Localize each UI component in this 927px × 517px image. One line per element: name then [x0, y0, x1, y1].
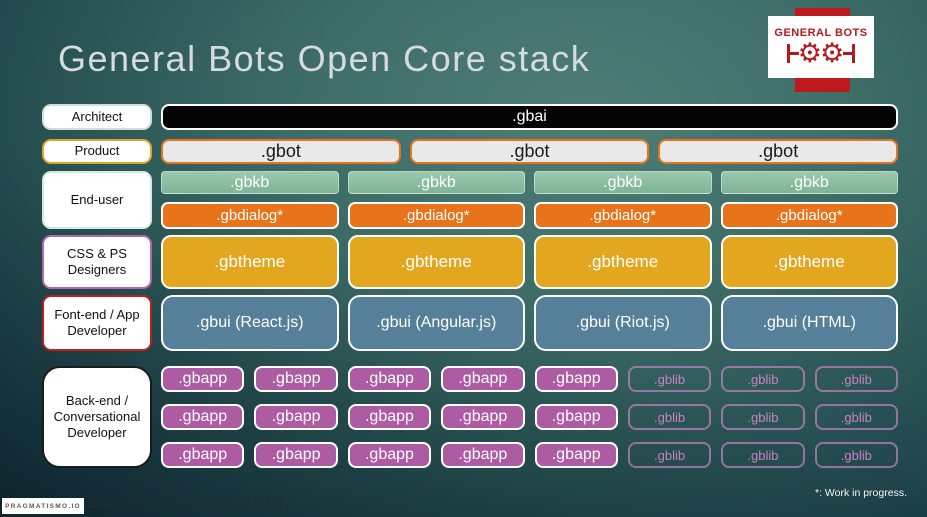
gbtheme-box: .gbtheme	[347, 235, 525, 289]
gblib-box: .gblib	[814, 366, 898, 392]
gbapp-box: .gbapp	[347, 442, 432, 468]
row-architect: Architect .gbai	[42, 104, 898, 130]
gbui-box: .gbui (React.js)	[161, 295, 339, 351]
gbkb-box: .gbkb	[720, 171, 898, 194]
gbui-box: .gbui (HTML)	[720, 295, 898, 351]
gbdialog-box: .gbdialog*	[347, 202, 525, 229]
gblib-box: .gblib	[721, 404, 805, 430]
gbot-box: .gbot	[658, 139, 899, 164]
gbapp-box: .gbapp	[161, 404, 245, 430]
gbapp-box: .gbapp	[441, 404, 525, 430]
work-in-progress-note: *: Work in progress.	[814, 487, 907, 499]
row-frontend-developer: Font-end / App Developer .gbui (React.js)…	[42, 295, 898, 351]
gbapp-box: .gbapp	[534, 442, 618, 468]
gbapp-box: .gbapp	[347, 366, 432, 392]
footer-caption: 2018Q4 - Corporate	[88, 491, 284, 513]
row-content-product: .gbot .gbot .gbot	[161, 139, 899, 164]
gblib-box: .gblib	[814, 404, 898, 430]
row-content-frontend-developer: .gbui (React.js) .gbui (Angular.js) .gbui …	[161, 295, 898, 351]
gbapp-box: .gbapp	[347, 404, 432, 430]
row-label-product: Product	[42, 139, 152, 164]
gbapp-box: .gbapp	[534, 404, 618, 430]
subrow-product-1: .gbot .gbot .gbot	[161, 139, 899, 164]
gbkb-box: .gbkb	[534, 171, 712, 194]
gbapp-box: .gbapp	[441, 442, 525, 468]
row-content-end-user: .gbkb .gbkb .gbkb .gbkb .gbdialog* .gbdialog*…	[161, 171, 898, 229]
gbapp-box: .gbapp	[534, 366, 618, 392]
row-content-architect: .gbai	[161, 104, 898, 130]
gbot-box: .gbot	[161, 139, 401, 164]
row-backend-developer: Back-end / Conversational Developer .gbap…	[42, 366, 898, 468]
row-content-css-ps-designers: .gbtheme .gbtheme .gbtheme .gbtheme	[161, 235, 898, 289]
gbui-box: .gbui (Angular.js)	[347, 295, 525, 351]
gbapp-box: .gbapp	[254, 404, 338, 430]
subrow-architect-1: .gbai	[161, 104, 898, 130]
gblib-box: .gblib	[721, 366, 805, 392]
gbapp-box: .gbapp	[254, 366, 338, 392]
row-label-css-ps-designers: CSS & PS Designers	[42, 235, 152, 289]
gbai-box: .gbai	[161, 104, 898, 130]
row-end-user: End-user .gbkb .gbkb .gbkb .gbkb .gbdialog* .g…	[42, 171, 898, 229]
general-bots-logo: GENERAL BOTS ⚙ ⚙	[768, 16, 874, 78]
gbdialog-box: .gbdialog*	[720, 202, 898, 229]
subrow-end-user-1: .gbkb .gbkb .gbkb .gbkb	[161, 171, 898, 194]
stack: Architect .gbai Product .gbot .gbot .gbot End-…	[42, 104, 899, 468]
gblib-box: .gblib	[721, 442, 805, 468]
axle-icon	[786, 44, 799, 63]
gbkb-box: .gbkb	[347, 171, 525, 194]
gblib-box: .gblib	[814, 442, 898, 468]
row-label-backend-developer: Back-end / Conversational Developer	[42, 366, 152, 468]
gear-icon: ⚙	[820, 38, 845, 69]
subrow-backend-developer-2: .gbapp .gbapp .gbapp .gbapp .gbapp .gblib .gbl…	[161, 404, 898, 430]
gblib-box: .gblib	[627, 366, 712, 392]
subrow-backend-developer-1: .gbapp .gbapp .gbapp .gbapp .gbapp .gblib .gbl…	[161, 366, 898, 392]
gbtheme-box: .gbtheme	[720, 235, 898, 289]
gbdialog-box: .gbdialog*	[161, 202, 339, 229]
gbapp-box: .gbapp	[441, 366, 525, 392]
row-content-backend-developer: .gbapp .gbapp .gbapp .gbapp .gbapp .gblib .gbl…	[161, 366, 898, 468]
subrow-end-user-2: .gbdialog* .gbdialog* .gbdialog* .gbdialog*	[161, 202, 898, 229]
row-product: Product .gbot .gbot .gbot	[42, 139, 899, 164]
logo-gears: ⚙ ⚙	[786, 38, 856, 69]
pragmatismo-logo: PRAGMATISMO.IO	[2, 498, 84, 514]
row-css-ps-designers: CSS & PS Designers .gbtheme .gbtheme .gbthe…	[42, 235, 898, 289]
gbtheme-box: .gbtheme	[534, 235, 712, 289]
gbtheme-box: .gbtheme	[161, 235, 339, 289]
slide-background: General Bots Open Core stack GENERAL BOT…	[0, 0, 927, 517]
subrow-backend-developer-3: .gbapp .gbapp .gbapp .gbapp .gbapp .gblib .gbl…	[161, 442, 898, 468]
gbapp-box: .gbapp	[161, 442, 245, 468]
gblib-box: .gblib	[627, 404, 712, 430]
axle-icon	[843, 44, 856, 63]
gbkb-box: .gbkb	[161, 171, 339, 194]
gblib-box: .gblib	[627, 442, 712, 468]
row-label-frontend-developer: Font-end / App Developer	[42, 295, 152, 351]
gbapp-box: .gbapp	[161, 366, 245, 392]
row-label-end-user: End-user	[42, 171, 152, 229]
gbapp-box: .gbapp	[254, 442, 338, 468]
subrow-css-ps-designers-1: .gbtheme .gbtheme .gbtheme .gbtheme	[161, 235, 898, 289]
slide-title: General Bots Open Core stack	[58, 38, 591, 79]
gbdialog-box: .gbdialog*	[534, 202, 712, 229]
gbot-box: .gbot	[409, 139, 650, 164]
row-label-architect: Architect	[42, 104, 152, 130]
subrow-frontend-developer-1: .gbui (React.js) .gbui (Angular.js) .gbui …	[161, 295, 898, 351]
gbui-box: .gbui (Riot.js)	[534, 295, 712, 351]
gear-icon: ⚙	[797, 38, 822, 69]
